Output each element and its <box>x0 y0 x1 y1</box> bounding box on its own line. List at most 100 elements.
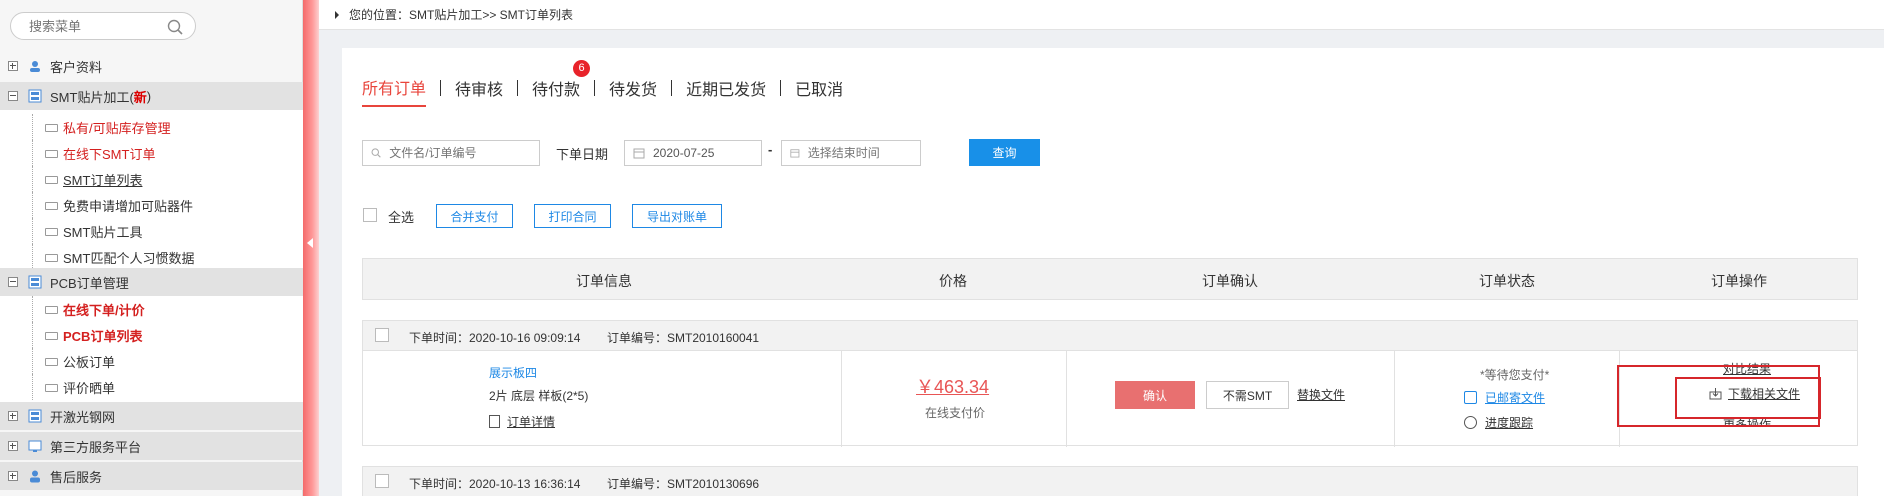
collapse-icon[interactable] <box>8 277 18 287</box>
pcb-submenu: 在线下单/计价 PCB订单列表 公板订单 评价晒单 <box>0 296 303 402</box>
collapse-icon[interactable] <box>8 91 18 101</box>
tab-pending-payment[interactable]: 待付款 6 <box>532 60 591 106</box>
product-spec: 2片 底层 样板(2*5) <box>489 389 589 403</box>
doc-icon <box>45 124 58 132</box>
select-all-checkbox[interactable] <box>363 208 377 222</box>
menu-group-laser-stencil[interactable]: 开激光钢网 <box>0 402 303 430</box>
collapse-arrow-icon[interactable] <box>307 238 313 248</box>
doc-icon <box>45 358 58 366</box>
sidebar-collapse-bar[interactable] <box>303 0 319 496</box>
print-contract-button[interactable]: 打印合同 <box>534 204 611 228</box>
order-search-field[interactable] <box>362 140 540 166</box>
menu-group-label: 开激光钢网 <box>50 409 116 425</box>
sidebar-item-review[interactable]: 评价晒单 <box>0 374 303 400</box>
user-icon <box>30 61 40 72</box>
grid-icon <box>28 409 42 423</box>
expand-icon[interactable] <box>8 411 18 421</box>
caret-right-icon <box>335 10 339 19</box>
date-range-dash: - <box>768 142 773 157</box>
order-row: 下单时间：2020-10-13 16:36:14 订单编号：SMT2010130… <box>362 466 1858 496</box>
order-tabs: 所有订单 待审核 待付款 6 待发货 近期已发货 已取消 <box>362 60 843 107</box>
expand-icon[interactable] <box>8 61 18 71</box>
tab-pending-shipment[interactable]: 待发货 <box>609 76 657 106</box>
sidebar-item-smt-tools[interactable]: SMT贴片工具 <box>0 218 303 244</box>
menu-group-smt[interactable]: SMT贴片加工(新) <box>0 82 303 110</box>
no-smt-button[interactable]: 不需SMT <box>1206 381 1289 409</box>
order-search-input[interactable] <box>389 146 539 160</box>
merge-pay-button[interactable]: 合并支付 <box>436 204 513 228</box>
start-date-value: 2020-07-25 <box>653 146 715 160</box>
grid-icon <box>28 275 42 289</box>
header-order-info: 订单信息 <box>576 273 632 289</box>
new-badge: 新 <box>133 89 147 105</box>
doc-icon <box>45 202 58 210</box>
select-all-label: 全选 <box>388 210 415 225</box>
menu-group-customer[interactable]: 客户资料 <box>0 52 303 80</box>
sidebar-item-smt-habit[interactable]: SMT匹配个人习惯数据 <box>0 244 303 270</box>
pending-payment-badge: 6 <box>573 60 591 77</box>
doc-icon <box>45 332 58 340</box>
confirm-button[interactable]: 确认 <box>1115 381 1195 409</box>
search-icon[interactable] <box>167 19 183 35</box>
grid-icon <box>28 89 42 103</box>
highlight-box-inner <box>1675 377 1821 419</box>
table-header: 订单信息 价格 订单确认 订单状态 订单操作 <box>362 258 1858 300</box>
date-label: 下单日期 <box>556 147 609 162</box>
menu-group-label: 第三方服务平台 <box>50 439 142 455</box>
query-button[interactable]: 查询 <box>969 139 1040 166</box>
order-time: 下单时间：2020-10-13 16:36:14 <box>409 477 581 491</box>
menu-group-label: PCB订单管理 <box>50 275 129 291</box>
end-date-input[interactable] <box>807 146 920 160</box>
sidebar: 客户资料 SMT贴片加工(新) 私有/可贴库存管理 在线下SMT订单 SMT订单… <box>0 0 303 496</box>
order-number: 订单编号：SMT2010160041 <box>607 331 760 345</box>
replace-file-link[interactable]: 替换文件 <box>1297 386 1345 403</box>
order-header: 下单时间：2020-10-13 16:36:14 订单编号：SMT2010130… <box>363 467 1857 496</box>
doc-icon <box>45 254 58 262</box>
expand-icon[interactable] <box>8 441 18 451</box>
clock-icon <box>1464 416 1477 429</box>
calendar-icon <box>790 149 800 158</box>
search-icon <box>371 148 381 158</box>
progress-tracking-link[interactable]: 进度跟踪 <box>1464 414 1533 431</box>
order-checkbox[interactable] <box>375 474 389 488</box>
menu-search-input[interactable] <box>11 13 161 39</box>
sidebar-item-smt-order-list[interactable]: SMT订单列表 <box>0 166 303 192</box>
menu-group-third-party[interactable]: 第三方服务平台 <box>0 432 303 460</box>
sidebar-item-online-smt-order[interactable]: 在线下SMT订单 <box>0 140 303 166</box>
doc-icon <box>45 176 58 184</box>
menu-search-box[interactable] <box>10 12 196 40</box>
end-date-field[interactable] <box>781 140 921 166</box>
breadcrumb-text: 您的位置：SMT贴片加工>> SMT订单列表 <box>349 8 574 22</box>
order-time: 下单时间：2020-10-16 09:09:14 <box>409 331 581 345</box>
sidebar-item-private-stock[interactable]: 私有/可贴库存管理 <box>0 114 303 140</box>
monitor-icon <box>28 440 42 452</box>
mailed-file-link[interactable]: 已邮寄文件 <box>1464 389 1545 406</box>
order-detail-link[interactable]: 订单详情 <box>489 413 555 430</box>
header-order-actions: 订单操作 <box>1711 273 1767 289</box>
start-date-field[interactable]: 2020-07-25 <box>624 140 762 166</box>
doc-icon <box>45 306 58 314</box>
order-header: 下单时间：2020-10-16 09:09:14 订单编号：SMT2010160… <box>363 321 1857 351</box>
person-icon <box>30 470 40 483</box>
menu-group-after-sales[interactable]: 售后服务 <box>0 462 303 490</box>
order-checkbox[interactable] <box>375 328 389 342</box>
order-status-text: *等待您支付* <box>1480 368 1550 382</box>
order-price[interactable]: ￥463.34 <box>916 373 989 399</box>
tab-pending-review[interactable]: 待审核 <box>455 76 503 106</box>
menu-group-pcb[interactable]: PCB订单管理 <box>0 268 303 296</box>
expand-icon[interactable] <box>8 471 18 481</box>
tab-cancelled[interactable]: 已取消 <box>795 76 843 106</box>
export-statement-button[interactable]: 导出对账单 <box>632 204 722 228</box>
product-name-link[interactable]: 展示板四 <box>489 364 537 381</box>
menu-group-label: 售后服务 <box>50 469 103 485</box>
tab-all-orders[interactable]: 所有订单 <box>362 75 427 107</box>
breadcrumb: 您的位置：SMT贴片加工>> SMT订单列表 <box>319 0 1884 30</box>
sidebar-item-free-apply[interactable]: 免费申请增加可贴器件 <box>0 192 303 218</box>
sidebar-item-pcb-online-order[interactable]: 在线下单/计价 <box>0 296 303 322</box>
tab-recently-shipped[interactable]: 近期已发货 <box>686 76 766 106</box>
sidebar-item-pcb-order-list[interactable]: PCB订单列表 <box>0 322 303 348</box>
header-order-confirm: 订单确认 <box>1202 273 1258 289</box>
document-icon <box>489 415 500 428</box>
doc-icon <box>45 384 58 392</box>
sidebar-item-public-board[interactable]: 公板订单 <box>0 348 303 374</box>
